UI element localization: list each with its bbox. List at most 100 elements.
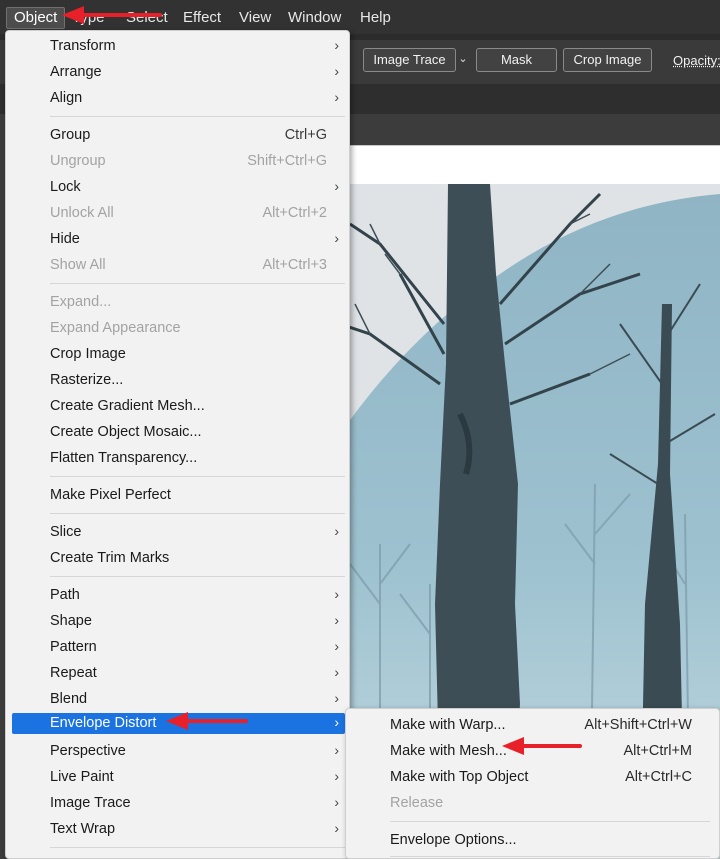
chevron-right-icon: › xyxy=(334,612,339,628)
envelope-distort-submenu: Make with Warp... Alt+Shift+Ctrl+W Make w… xyxy=(345,708,720,859)
chevron-right-icon: › xyxy=(334,794,339,810)
menu-item-label: Group xyxy=(50,127,91,143)
menu-item-pattern[interactable]: Pattern › xyxy=(12,635,345,661)
chevron-right-icon: › xyxy=(334,690,339,706)
chevron-right-icon: › xyxy=(334,742,339,758)
menu-item-label: Arrange xyxy=(50,64,102,80)
submenu-item-envelope-options[interactable]: Envelope Options... xyxy=(352,828,714,854)
chevron-right-icon: › xyxy=(334,178,339,194)
menu-item-label: Make Pixel Perfect xyxy=(50,487,171,503)
mask-button[interactable]: Mask xyxy=(476,48,557,72)
menu-item-blend[interactable]: Blend › xyxy=(12,687,345,713)
menu-item-label: Pattern xyxy=(50,639,97,655)
menu-separator xyxy=(390,856,710,857)
shortcut-label: Alt+Ctrl+M xyxy=(623,743,693,759)
menu-item-unlock-all: Unlock All Alt+Ctrl+2 xyxy=(12,201,345,227)
shortcut-label: Alt+Ctrl+C xyxy=(625,769,692,785)
menu-item-shape[interactable]: Shape › xyxy=(12,609,345,635)
menu-item-label: Flatten Transparency... xyxy=(50,450,198,466)
menu-item-label: Make with Warp... xyxy=(390,717,506,733)
menu-item-label: Make with Mesh... xyxy=(390,743,507,759)
menu-item-label: Shape xyxy=(50,613,92,629)
menu-item-label: Lock xyxy=(50,179,81,195)
menu-item-arrange[interactable]: Arrange › xyxy=(12,60,345,86)
menu-item-create-trim-marks[interactable]: Create Trim Marks xyxy=(12,546,345,572)
menu-object[interactable]: Object xyxy=(6,7,66,29)
menu-item-hide[interactable]: Hide › xyxy=(12,227,345,253)
menu-separator xyxy=(50,847,345,848)
menu-item-lock[interactable]: Lock › xyxy=(12,175,345,201)
menu-item-label: Expand... xyxy=(50,294,112,310)
object-dropdown-menu: Transform › Arrange › Align › Group Ctrl+G U… xyxy=(5,30,350,859)
menu-item-label: Unlock All xyxy=(50,205,114,221)
submenu-item-make-with-mesh[interactable]: Make with Mesh... Alt+Ctrl+M xyxy=(352,739,714,765)
menu-separator xyxy=(50,283,345,284)
menu-item-label: Envelope Distort xyxy=(50,715,157,731)
chevron-right-icon: › xyxy=(334,664,339,680)
menu-item-live-paint[interactable]: Live Paint › xyxy=(12,765,345,791)
menu-item-label: Path xyxy=(50,587,80,603)
menu-item-label: Align xyxy=(50,90,83,106)
menu-item-label: Show All xyxy=(50,257,106,273)
menu-item-label: Transform xyxy=(50,38,116,54)
menu-item-make-pixel-perfect[interactable]: Make Pixel Perfect xyxy=(12,483,345,509)
menu-item-crop-image[interactable]: Crop Image xyxy=(12,342,345,368)
menu-item-rasterize[interactable]: Rasterize... xyxy=(12,368,345,394)
menu-item-align[interactable]: Align › xyxy=(12,86,345,112)
menu-item-envelope-distort[interactable]: Envelope Distort › xyxy=(12,713,345,734)
menu-item-label: Blend xyxy=(50,691,88,707)
menu-view[interactable]: View xyxy=(239,9,271,27)
chevron-right-icon: › xyxy=(334,714,339,730)
menu-select[interactable]: Select xyxy=(126,9,168,27)
chevron-right-icon: › xyxy=(334,768,339,784)
menu-item-flatten-transparency[interactable]: Flatten Transparency... xyxy=(12,446,345,472)
menu-item-label: Hide xyxy=(50,231,80,247)
menu-item-expand: Expand... xyxy=(12,290,345,316)
submenu-item-make-with-warp[interactable]: Make with Warp... Alt+Shift+Ctrl+W xyxy=(352,713,714,739)
chevron-right-icon: › xyxy=(334,586,339,602)
menu-separator xyxy=(50,576,345,577)
menu-item-label: Rasterize... xyxy=(50,372,124,388)
crop-image-button[interactable]: Crop Image xyxy=(563,48,652,72)
chevron-right-icon: › xyxy=(334,230,339,246)
chevron-right-icon: › xyxy=(334,820,339,836)
menu-window[interactable]: Window xyxy=(288,9,341,27)
menu-item-path[interactable]: Path › xyxy=(12,583,345,609)
menu-item-ungroup: Ungroup Shift+Ctrl+G xyxy=(12,149,345,175)
submenu-item-release: Release xyxy=(352,791,714,817)
menu-item-create-object-mosaic[interactable]: Create Object Mosaic... xyxy=(12,420,345,446)
menu-item-label: Create Object Mosaic... xyxy=(50,424,202,440)
menu-item-label: Expand Appearance xyxy=(50,320,181,336)
chevron-down-icon[interactable]: ⌄ xyxy=(456,52,470,66)
menu-item-image-trace[interactable]: Image Trace › xyxy=(12,791,345,817)
shortcut-label: Alt+Shift+Ctrl+W xyxy=(584,717,692,733)
image-trace-button[interactable]: Image Trace xyxy=(363,48,456,72)
menu-item-label: Live Paint xyxy=(50,769,114,785)
menu-separator xyxy=(50,116,345,117)
menu-item-label: Make with Top Object xyxy=(390,769,529,785)
shortcut-label: Alt+Ctrl+2 xyxy=(262,205,327,221)
chevron-right-icon: › xyxy=(334,63,339,79)
menu-help[interactable]: Help xyxy=(360,9,391,27)
menu-item-transform[interactable]: Transform › xyxy=(12,34,345,60)
menu-item-perspective[interactable]: Perspective › xyxy=(12,739,345,765)
menu-item-create-gradient-mesh[interactable]: Create Gradient Mesh... xyxy=(12,394,345,420)
menu-type[interactable]: Type xyxy=(72,9,105,27)
menu-item-slice[interactable]: Slice › xyxy=(12,520,345,546)
menu-item-label: Crop Image xyxy=(50,346,126,362)
menu-item-label: Text Wrap xyxy=(50,821,116,837)
menu-item-label: Create Gradient Mesh... xyxy=(50,398,205,414)
submenu-item-make-with-top-object[interactable]: Make with Top Object Alt+Ctrl+C xyxy=(352,765,714,791)
menu-effect[interactable]: Effect xyxy=(183,9,221,27)
chevron-right-icon: › xyxy=(334,37,339,53)
menu-item-label: Release xyxy=(390,795,444,811)
menu-item-group[interactable]: Group Ctrl+G xyxy=(12,123,345,149)
menu-item-label: Envelope Options... xyxy=(390,832,517,848)
menu-item-text-wrap[interactable]: Text Wrap › xyxy=(12,817,345,843)
menu-bar: Object Type Select Effect View Window He… xyxy=(0,0,720,34)
shortcut-label: Ctrl+G xyxy=(284,127,327,143)
menu-item-repeat[interactable]: Repeat › xyxy=(12,661,345,687)
menu-item-label: Image Trace xyxy=(50,795,131,811)
opacity-label[interactable]: Opacity: xyxy=(673,53,720,68)
menu-separator xyxy=(50,513,345,514)
